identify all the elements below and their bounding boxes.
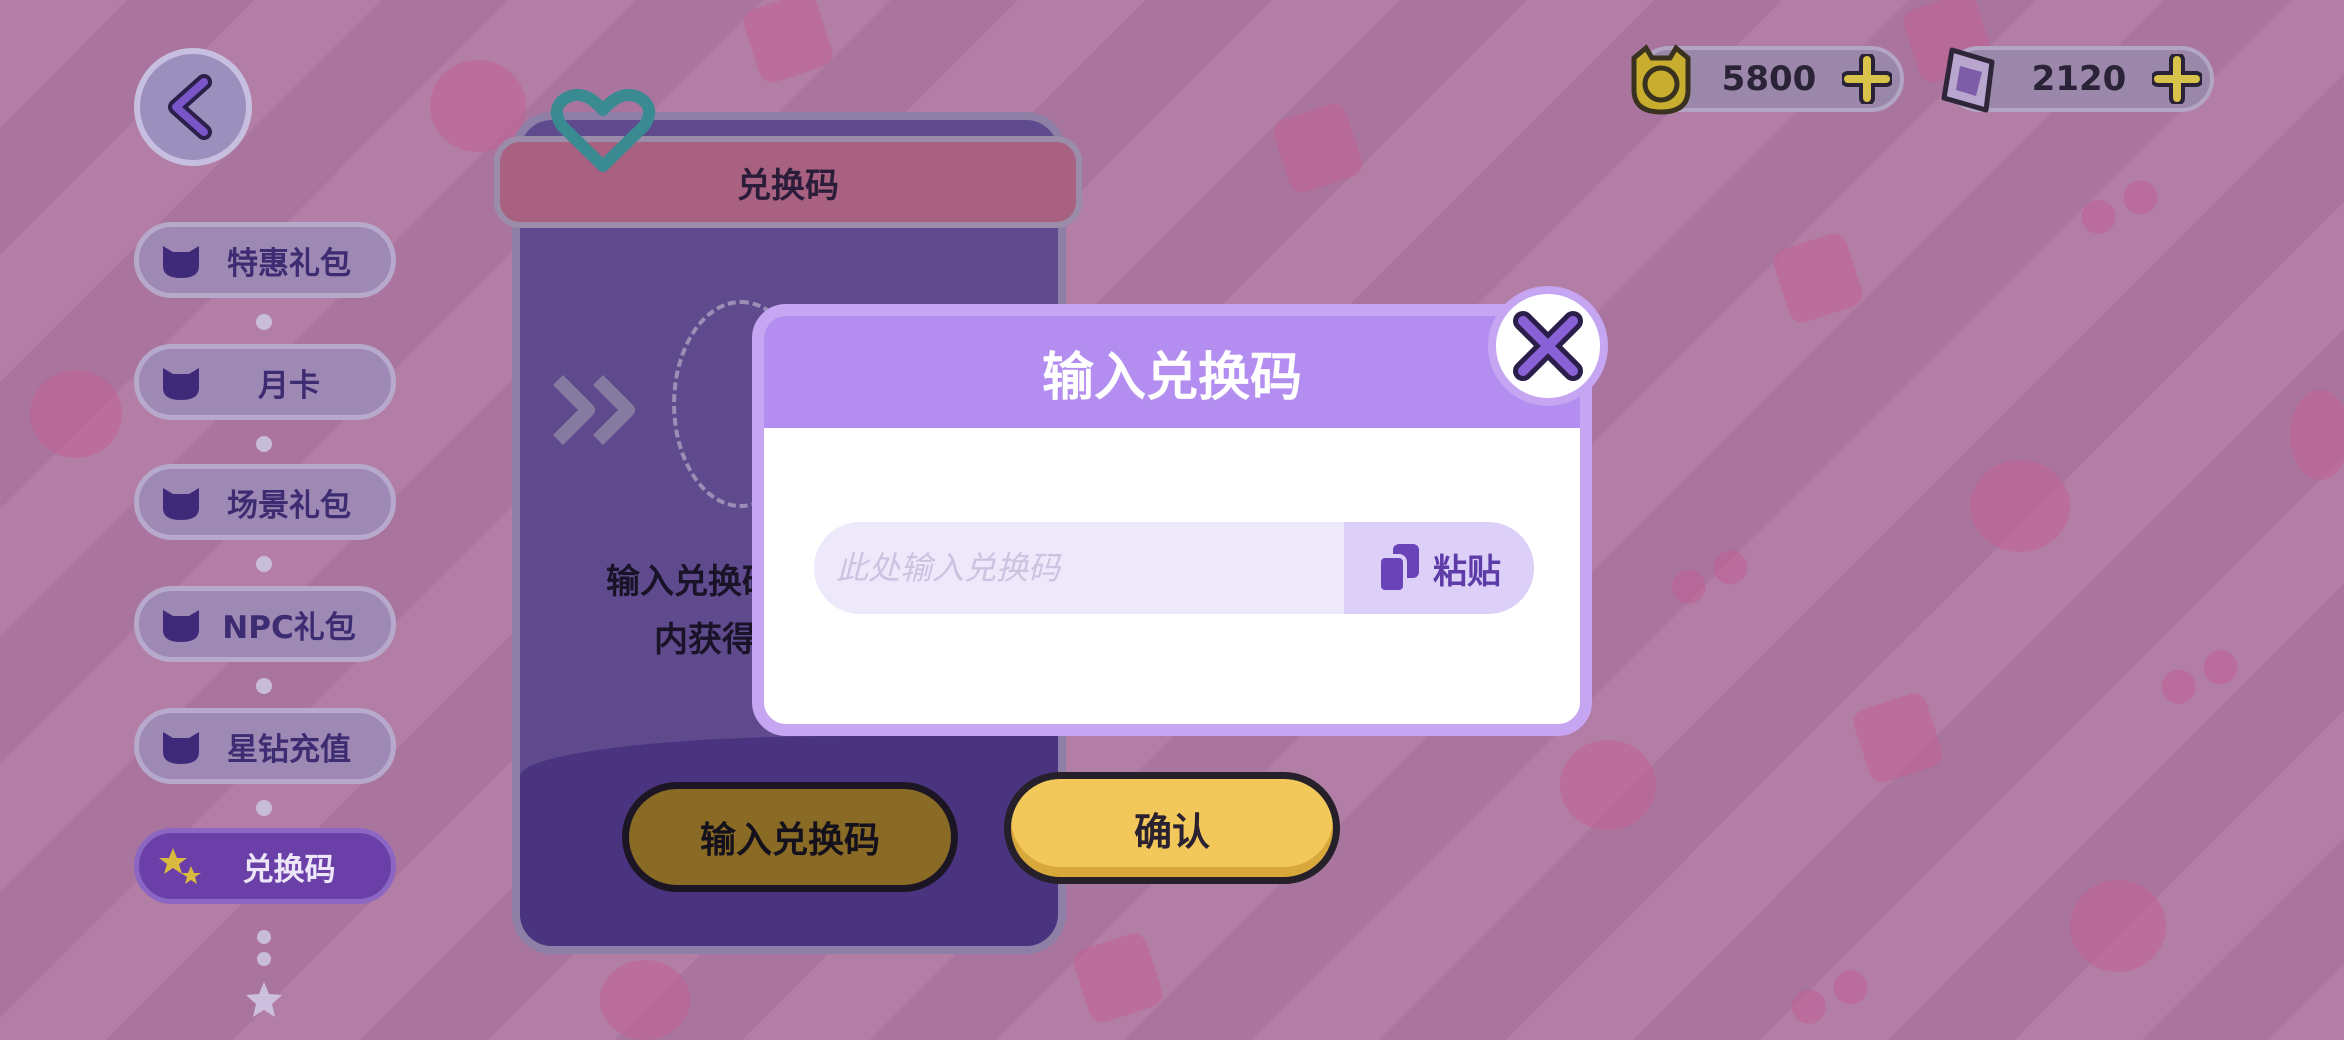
bg-bow-decoration [1666,545,1754,611]
bg-bow-decoration [2076,175,2164,241]
enter-code-button[interactable]: 输入兑换码 [622,782,958,892]
sidebar-item-label: 兑换码 [242,851,336,888]
paste-icon [1377,544,1419,594]
sidebar-item-special-pack[interactable]: 特惠礼包 [134,222,396,298]
dialog-title: 输入兑换码 [764,316,1580,428]
code-input-group: 粘贴 [814,522,1534,614]
sidebar-item-label: NPC礼包 [222,609,356,646]
redeem-code-dialog: 输入兑换码 粘贴 [752,304,1592,736]
diamond-icon [1941,47,1995,113]
paste-button[interactable]: 粘贴 [1344,522,1534,614]
bg-cat-decoration [1560,740,1656,830]
gold-coin-icon [1631,44,1691,115]
double-chevron-icon [553,375,635,445]
sidebar-item-label: 特惠礼包 [227,245,351,282]
divider-dot [256,556,272,572]
sidebar-item-diamond-recharge[interactable]: 星钻充值 [134,708,396,784]
cat-icon [163,246,199,278]
bg-cat-decoration [1970,460,2070,552]
sidebar-item-npc-pack[interactable]: NPC礼包 [134,586,396,662]
sidebar-item-label: 星钻充值 [227,731,351,768]
arrow-left-icon [168,74,212,140]
bg-house-decoration [740,0,836,86]
redeem-code-input[interactable] [814,522,1344,614]
bg-cat-decoration [600,960,690,1040]
cat-icon [163,610,199,642]
bg-cat-decoration [30,370,122,458]
sidebar-item-monthly-card[interactable]: 月卡 [134,344,396,420]
panel-description-line1: 输入兑换码 [606,562,776,602]
bg-house-decoration [1850,690,1946,786]
sidebar-item-label: 月卡 [258,367,320,404]
bg-cat-decoration [2070,880,2166,972]
divider-dot [256,436,272,452]
panel-description-line2: 内获得 [654,620,756,660]
cat-icon [163,732,199,764]
bg-house-decoration [1270,100,1366,196]
divider-dot [257,952,271,966]
bg-bow-decoration [2156,645,2244,711]
divider-dot [257,930,271,944]
back-button[interactable] [134,48,252,166]
add-diamond-button[interactable] [2152,54,2202,104]
sidebar-item-scene-pack[interactable]: 场景礼包 [134,464,396,540]
divider-dot [256,314,272,330]
sidebar-item-label: 场景礼包 [227,487,351,524]
bg-bow-decoration [1786,965,1874,1031]
stars-icon [159,848,201,884]
cat-icon [163,368,199,400]
sidebar-item-redeem-code[interactable]: 兑换码 [134,828,396,904]
bg-house-decoration [1770,230,1866,326]
cat-icon [163,488,199,520]
divider-dot [256,678,272,694]
bg-house-decoration [1070,930,1166,1026]
heart-icon [550,89,656,172]
confirm-button[interactable]: 确认 [1004,772,1340,884]
divider-dot [256,800,272,816]
close-dialog-button[interactable] [1488,286,1608,406]
add-gold-button[interactable] [1842,54,1892,104]
close-icon [1513,311,1583,381]
bg-cat-decoration [2290,390,2344,480]
paste-label: 粘贴 [1433,551,1501,592]
star-icon [246,982,282,1017]
